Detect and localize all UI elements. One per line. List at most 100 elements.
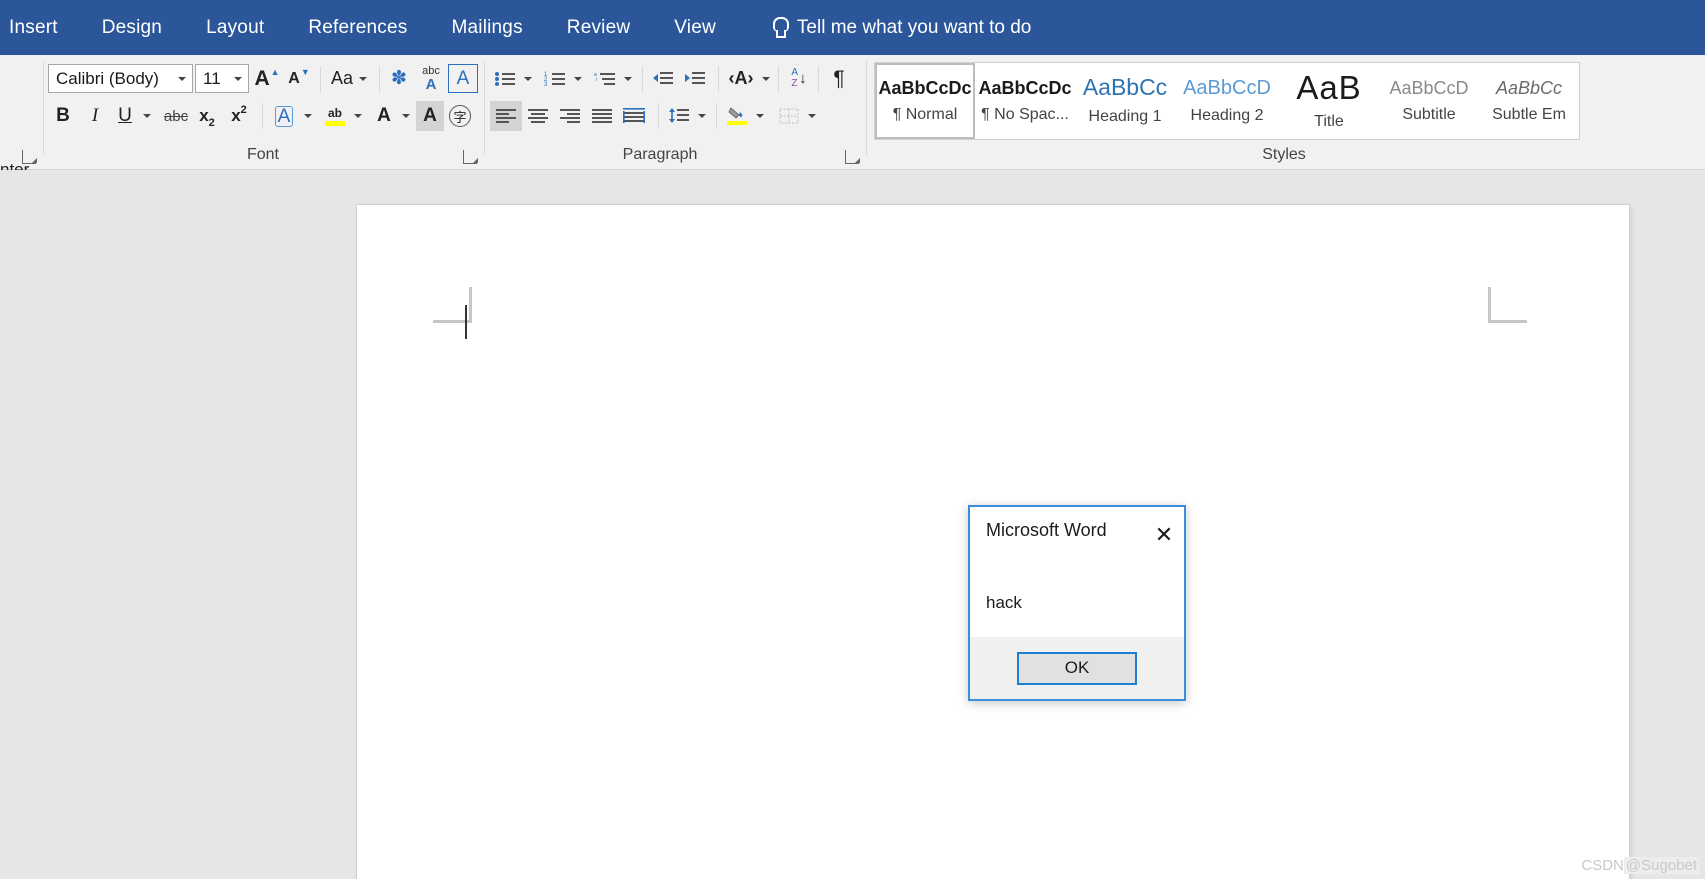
grow-font-label: A <box>254 66 270 90</box>
distributed-button[interactable] <box>618 101 650 131</box>
italic-button[interactable]: I <box>80 101 110 131</box>
numbering-dropdown[interactable] <box>570 64 586 93</box>
tab-mailings[interactable]: Mailings <box>451 0 522 55</box>
style-label: Subtle Em <box>1492 105 1566 123</box>
font-dialog-launcher[interactable] <box>463 150 478 164</box>
align-center-button[interactable] <box>522 101 554 131</box>
spelling-check-button[interactable]: abc A <box>416 64 446 93</box>
borders-button[interactable] <box>774 101 804 131</box>
divider-para-a <box>642 66 643 92</box>
divider-para-f <box>716 103 717 129</box>
character-shading-button[interactable]: A <box>416 101 444 131</box>
tab-insert[interactable]: Insert <box>9 0 58 55</box>
tab-references[interactable]: References <box>308 0 407 55</box>
subscript-button[interactable]: x 2 <box>192 101 222 131</box>
change-case-button[interactable]: Aa <box>325 64 373 93</box>
show-formatting-marks-button[interactable]: ¶ <box>824 64 854 93</box>
document-canvas[interactable] <box>0 170 1705 879</box>
decrease-indent-icon <box>653 71 673 84</box>
character-border-button[interactable]: A <box>448 64 478 93</box>
message-dialog[interactable]: Microsoft Word ✕ hack OK <box>968 505 1186 701</box>
strikethrough-button[interactable]: abc <box>160 101 192 131</box>
divider-para-d <box>818 66 819 92</box>
style-item-title[interactable]: AaB Title <box>1279 63 1379 139</box>
underline-button[interactable]: U <box>112 101 138 131</box>
text-effects-button[interactable]: A <box>270 101 298 131</box>
style-item-heading-1[interactable]: AaBbCc Heading 1 <box>1075 63 1175 139</box>
style-preview: AaBbCcD <box>1183 76 1271 99</box>
grow-font-icon: ▲ <box>270 67 280 77</box>
paragraph-dialog-launcher[interactable] <box>845 150 860 164</box>
margin-marker-top-left <box>433 287 475 329</box>
close-icon[interactable]: ✕ <box>1146 520 1182 550</box>
style-label: ¶ Normal <box>892 105 958 123</box>
borders-dropdown[interactable] <box>804 101 820 131</box>
superscript-x-label: x <box>231 106 241 125</box>
watermark: CSDN @Sugobet <box>1581 857 1699 874</box>
style-item-normal[interactable]: AaBbCcDc ¶ Normal <box>875 63 975 139</box>
enclose-characters-button[interactable]: 字 <box>446 101 474 131</box>
font-color-dropdown[interactable] <box>398 101 414 131</box>
style-item-heading-2[interactable]: AaBbCcD Heading 2 <box>1175 63 1279 139</box>
numbering-button[interactable]: 1 2 3 <box>540 64 570 93</box>
divider-para-e <box>658 103 659 129</box>
justify-button[interactable] <box>586 101 618 131</box>
shrink-font-icon: ▼ <box>300 67 310 77</box>
bold-label: B <box>56 105 70 126</box>
borders-icon <box>779 108 799 124</box>
decrease-indent-button[interactable] <box>648 64 678 93</box>
text-effects-dropdown[interactable] <box>300 101 316 131</box>
font-size-dropdown-icon[interactable] <box>228 65 248 92</box>
shrink-font-button[interactable]: A ▼ <box>285 64 313 93</box>
font-family-combo[interactable]: Calibri (Body) <box>48 64 193 93</box>
text-direction-button[interactable]: ‹A› <box>724 64 758 93</box>
bullets-button[interactable] <box>490 64 520 93</box>
tell-me-box[interactable]: Tell me what you want to do <box>772 16 1031 39</box>
superscript-button[interactable]: x 2 <box>224 101 254 131</box>
font-family-dropdown-icon[interactable] <box>172 65 192 92</box>
shading-button[interactable] <box>722 101 752 131</box>
line-spacing-button[interactable] <box>664 101 694 131</box>
align-right-button[interactable] <box>554 101 586 131</box>
shading-dropdown[interactable] <box>752 101 768 131</box>
subscript-2-label: 2 <box>208 117 215 129</box>
style-label: Title <box>1314 113 1344 130</box>
text-direction-dropdown[interactable] <box>758 64 774 93</box>
font-color-button[interactable]: A <box>370 101 398 131</box>
ok-button[interactable]: OK <box>1017 651 1137 685</box>
font-family-value: Calibri (Body) <box>56 68 159 88</box>
clipboard-dialog-launcher[interactable] <box>22 150 37 164</box>
group-divider-clipboard <box>43 61 44 155</box>
align-right-icon <box>560 109 580 123</box>
align-left-button[interactable] <box>490 101 522 131</box>
sort-button[interactable]: AZ ↓ <box>784 64 814 93</box>
change-case-dropdown-icon <box>359 76 368 81</box>
multilevel-list-dropdown[interactable] <box>620 64 636 93</box>
tab-view[interactable]: View <box>674 0 716 55</box>
style-label: Heading 2 <box>1190 106 1264 124</box>
bullets-dropdown[interactable] <box>520 64 536 93</box>
tab-design[interactable]: Design <box>102 0 162 55</box>
font-size-combo[interactable]: 11 <box>195 64 249 93</box>
style-preview: AaBbCcDc <box>978 77 1072 98</box>
underline-dropdown[interactable] <box>138 101 156 131</box>
text-direction-icon: ‹A› <box>728 68 754 88</box>
style-item-subtle-em[interactable]: AaBbCc Subtle Em <box>1479 63 1579 139</box>
group-divider-paragraph <box>866 61 867 155</box>
style-item-subtitle[interactable]: AaBbCcD Subtitle <box>1379 63 1479 139</box>
increase-indent-button[interactable] <box>680 64 710 93</box>
grow-font-button[interactable]: A ▲ <box>253 64 281 93</box>
line-spacing-dropdown[interactable] <box>694 101 710 131</box>
change-case-label: Aa <box>330 68 354 88</box>
tab-layout[interactable]: Layout <box>206 0 264 55</box>
text-highlight-dropdown[interactable] <box>350 101 366 131</box>
tab-review[interactable]: Review <box>567 0 631 55</box>
clear-formatting-button[interactable]: ✽ <box>384 64 414 93</box>
multilevel-list-button[interactable]: a i <box>590 64 620 93</box>
style-item-no-spac[interactable]: AaBbCcDc ¶ No Spac... <box>975 63 1075 139</box>
text-highlight-button[interactable]: ab <box>320 101 350 131</box>
margin-marker-top-right <box>1485 287 1527 329</box>
font-group-label: Font <box>246 146 279 163</box>
bold-button[interactable]: B <box>48 101 78 131</box>
dialog-title-bar: Microsoft Word ✕ <box>970 507 1184 565</box>
